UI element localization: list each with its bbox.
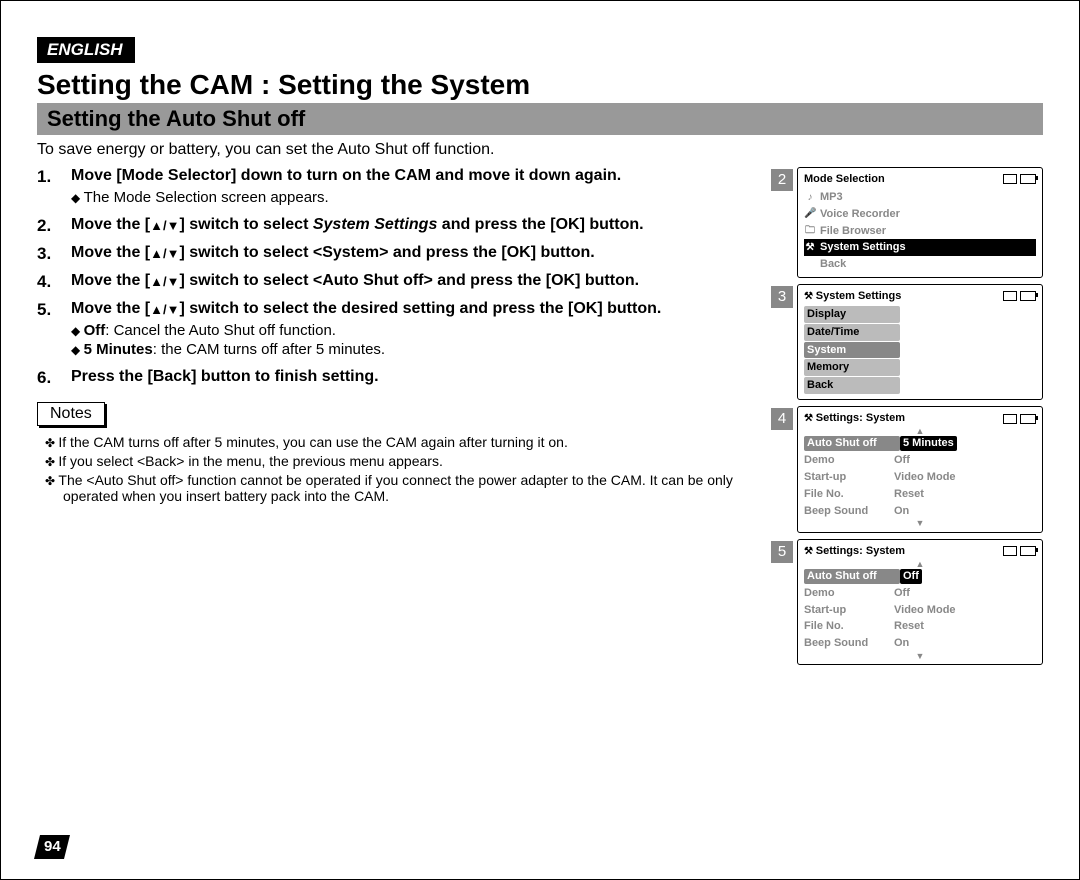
lcd2-item-system-settings: ⚒System Settings: [804, 239, 1036, 256]
card-icon: [1003, 414, 1017, 424]
lcd-badge-4: 4: [771, 408, 793, 430]
lcd5-row-autoshutoff: Auto Shut offOff: [804, 568, 1036, 585]
step-1-sub: The Mode Selection screen appears.: [71, 189, 791, 206]
lcd2-item-mp3: ♪MP3: [804, 189, 1036, 206]
tools-icon: ⚒: [804, 546, 816, 557]
card-icon: [1003, 174, 1017, 184]
step-6: Press the [Back] button to finish settin…: [37, 368, 791, 386]
lcd3-item-back: Back: [804, 377, 900, 394]
step-4-text: Move the [▲/▼] switch to select <Auto Sh…: [71, 272, 791, 290]
lcd5-row-beep: Beep SoundOn: [804, 635, 1036, 652]
lcd3-item-display: Display: [804, 306, 900, 323]
status-icons: [1003, 546, 1036, 556]
step-3: Move the [▲/▼] switch to select <System>…: [37, 244, 791, 262]
step-6-text: Press the [Back] button to finish settin…: [71, 368, 791, 386]
lcd3-item-system: System: [804, 342, 900, 359]
lcd4-row-beep: Beep SoundOn: [804, 503, 1036, 520]
lcd2-item-voice: 🎤Voice Recorder: [804, 206, 1036, 223]
scroll-up-icon: ▲: [804, 561, 1036, 567]
lcd5-row-fileno: File No.Reset: [804, 618, 1036, 635]
note-1: If the CAM turns off after 5 minutes, yo…: [45, 434, 791, 450]
status-icons: [1003, 414, 1036, 424]
mic-icon: 🎤: [804, 207, 816, 221]
status-icons: [1003, 291, 1036, 301]
step-3-text: Move the [▲/▼] switch to select <System>…: [71, 244, 791, 262]
scroll-up-icon: ▲: [804, 428, 1036, 434]
up-down-icon: ▲/▼: [150, 246, 179, 261]
lcd2-title: Mode Selection: [804, 172, 885, 187]
note-3: The <Auto Shut off> function cannot be o…: [45, 472, 791, 504]
step-5-sub-5min: 5 Minutes: the CAM turns off after 5 min…: [71, 341, 791, 358]
lcd4-row-startup: Start-upVideo Mode: [804, 469, 1036, 486]
up-down-icon: ▲/▼: [150, 302, 179, 317]
lcd4-row-fileno: File No.Reset: [804, 486, 1036, 503]
lcd3-item-datetime: Date/Time: [804, 324, 900, 341]
scroll-down-icon: ▼: [804, 653, 1036, 659]
section-subtitle: Setting the Auto Shut off: [37, 103, 1043, 135]
step-2: Move the [▲/▼] switch to select System S…: [37, 216, 791, 234]
music-note-icon: ♪: [804, 191, 816, 205]
step-1: Move [Mode Selector] down to turn on the…: [37, 167, 791, 206]
lcd3-title: ⚒ System Settings: [804, 289, 901, 304]
lcd-screen-5: 5 ⚒ Settings: System ▲ Auto Shut offOff …: [797, 539, 1043, 666]
status-icons: [1003, 174, 1036, 184]
lcd2-item-back: Back: [804, 256, 1036, 273]
lcd3-item-memory: Memory: [804, 359, 900, 376]
card-icon: [1003, 546, 1017, 556]
manual-page: ENGLISH Setting the CAM : Setting the Sy…: [0, 0, 1080, 880]
notes-list: If the CAM turns off after 5 minutes, yo…: [45, 434, 791, 504]
language-badge: ENGLISH: [37, 37, 135, 63]
page-number-badge: 94: [34, 835, 70, 859]
lcd-screen-2: 2 Mode Selection ♪MP3 🎤Voice Recorder 🗀F…: [797, 167, 1043, 278]
folder-icon: 🗀: [804, 224, 816, 238]
screenshots-column: 2 Mode Selection ♪MP3 🎤Voice Recorder 🗀F…: [797, 167, 1043, 671]
lcd2-item-file: 🗀File Browser: [804, 223, 1036, 240]
scroll-down-icon: ▼: [804, 520, 1036, 526]
lcd4-title: ⚒ Settings: System: [804, 411, 905, 426]
lcd-badge-3: 3: [771, 286, 793, 308]
up-down-icon: ▲/▼: [150, 274, 179, 289]
lcd-screen-4: 4 ⚒ Settings: System ▲ Auto Shut off5 Mi…: [797, 406, 1043, 533]
lcd-badge-2: 2: [771, 169, 793, 191]
step-1-text: Move [Mode Selector] down to turn on the…: [71, 167, 791, 185]
step-5-text: Move the [▲/▼] switch to select the desi…: [71, 300, 791, 318]
lcd-badge-5: 5: [771, 541, 793, 563]
step-4: Move the [▲/▼] switch to select <Auto Sh…: [37, 272, 791, 290]
steps-column: Move [Mode Selector] down to turn on the…: [37, 167, 797, 671]
up-down-icon: ▲/▼: [150, 218, 179, 233]
step-5: Move the [▲/▼] switch to select the desi…: [37, 300, 791, 358]
battery-icon: [1020, 291, 1036, 301]
step-5-sub-off: Off: Cancel the Auto Shut off function.: [71, 322, 791, 339]
tools-icon: ⚒: [804, 291, 816, 302]
tools-icon: ⚒: [804, 241, 816, 255]
lcd5-row-demo: DemoOff: [804, 585, 1036, 602]
battery-icon: [1020, 414, 1036, 424]
notes-label: Notes: [37, 402, 105, 426]
tools-icon: ⚒: [804, 413, 816, 424]
lcd4-row-autoshutoff: Auto Shut off5 Minutes: [804, 435, 1036, 452]
step-2-text: Move the [▲/▼] switch to select System S…: [71, 216, 791, 234]
lcd5-title: ⚒ Settings: System: [804, 544, 905, 559]
lcd-screen-3: 3 ⚒ System Settings Display Date/Time Sy…: [797, 284, 1043, 400]
battery-icon: [1020, 546, 1036, 556]
lcd4-row-demo: DemoOff: [804, 452, 1036, 469]
card-icon: [1003, 291, 1017, 301]
page-title: Setting the CAM : Setting the System: [37, 69, 1043, 101]
note-2: If you select <Back> in the menu, the pr…: [45, 453, 791, 469]
intro-text: To save energy or battery, you can set t…: [37, 141, 1043, 159]
lcd5-row-startup: Start-upVideo Mode: [804, 602, 1036, 619]
battery-icon: [1020, 174, 1036, 184]
